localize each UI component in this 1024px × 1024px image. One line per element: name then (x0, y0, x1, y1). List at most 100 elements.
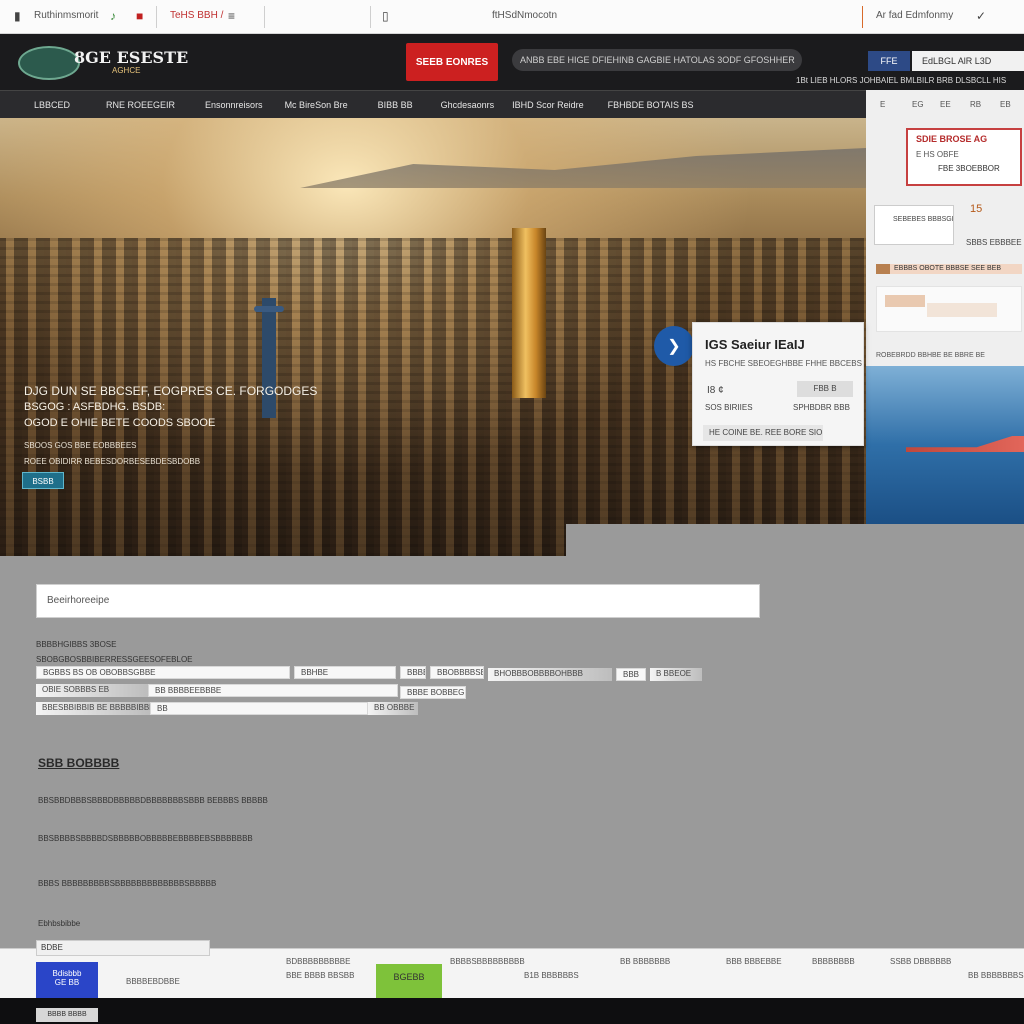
footer-item[interactable]: BBB BBBEBBE (726, 957, 782, 966)
filter-chip[interactable]: OBIE SOBBBS EB (36, 684, 148, 697)
shield-icon[interactable]: ■ (136, 9, 143, 23)
filter-chip[interactable]: BB BBBBEEBBBE (148, 684, 398, 697)
bottom-bar (0, 998, 1024, 1024)
sidebar-mini-chart (876, 286, 1022, 332)
content-line[interactable]: BBSBBDBBBSBBBDBBBBBDBBBBBBBSBBB BEBBBS B… (38, 796, 268, 805)
space-needle-tower (254, 298, 284, 418)
main-nav: LBBCED RNE ROEEGEIR Ensonnreisors Mc Bir… (0, 90, 866, 118)
nav-item[interactable]: RNE ROEEGEIR (70, 100, 175, 110)
sidebar-badge-card[interactable]: SEBEBES BBBSGE (874, 205, 954, 245)
sidebar-top-item[interactable]: EB (1000, 100, 1011, 109)
footer-item[interactable]: BBE BBBB BBSBB (286, 971, 354, 980)
popup-rating: I8 ¢ (707, 385, 724, 396)
filter-chip[interactable]: BBBE BOBBEGE (400, 686, 466, 699)
footer-item[interactable]: BB BBBBBBB (620, 957, 670, 966)
popup-detail-right: SPHBDBR BBB (793, 403, 850, 412)
filter-chip[interactable]: BBOBBBBSBHBE (430, 666, 484, 679)
language-button[interactable]: FFE (868, 51, 910, 71)
filter-subtitle: SBOBGBOSBBIBERRESSGEESOFEBLOE (36, 655, 193, 664)
sidebar-top-item[interactable]: EG (912, 100, 924, 109)
bookmark-icon[interactable]: ▮ (14, 9, 21, 23)
popup-footer-link[interactable]: HE COINE BE. REE BORE SIORE (703, 425, 823, 441)
header-links[interactable]: 1Bt LIEB HLORS JOHBAIEL BMLBILR BRB DLSB… (796, 76, 1024, 85)
browser-toolbar: ▮ Ruthinmsmorit ♪ ■ TeHS BBH / ≡ ▯ ftHSd… (0, 0, 1024, 34)
promo-subtitle: E HS OBFE (916, 150, 959, 159)
browser-tab-text[interactable]: TeHS BBH / (170, 10, 223, 21)
nav-item[interactable]: Ghcdesaonrs (413, 100, 495, 110)
footer-green-button[interactable]: BGEBB (376, 964, 442, 998)
extension-icon[interactable]: ♪ (110, 9, 116, 23)
login-field[interactable]: EdLBGL AlR L3D (912, 51, 1024, 71)
hero-caption: SBOOS GOS BBE EOBBBEES (24, 441, 137, 450)
profile-icon[interactable]: ✓ (976, 9, 986, 23)
footer-blue-button[interactable]: Bdisbbb GE BB (36, 962, 98, 998)
filter-chip[interactable]: BBB (616, 668, 646, 681)
sidebar-image-caption: ROBEBRDD BBHBE BE BBRE BE (876, 352, 985, 359)
filter-chip[interactable]: BBBE (400, 666, 426, 679)
sidebar-count-label: SBBS EBBBEE (966, 238, 1022, 247)
popup-detail-left: SOS BIRIIES (705, 403, 753, 412)
hero-caption-2: ROEE OBIDIRR BEBESDORBESEBDESBDOBB (24, 457, 201, 466)
hero-mountains (300, 148, 866, 188)
nav-item[interactable]: LBBCED (0, 100, 70, 110)
menu-icon[interactable]: ≡ (228, 9, 235, 23)
sidebar-top-item[interactable]: EE (940, 100, 951, 109)
hero-button[interactable]: BSBB (22, 472, 64, 489)
footer-item[interactable]: BDBBBBBBBBBE (286, 957, 350, 966)
sidebar-count: 15 (970, 203, 983, 215)
logo-subtext: AGHCE (112, 66, 141, 75)
golden-skyscraper (512, 228, 546, 398)
content-gap (566, 524, 1024, 556)
filter-chip[interactable]: BB (150, 702, 368, 715)
filter-chip[interactable]: BBHBE (294, 666, 396, 679)
hero-headline: DJG DUN SE BBCSEF, EOGPRES CE. FORGODGES (24, 384, 318, 398)
header-search-pill[interactable]: ANBB EBE HIGE DFIEHINB GAGBIE HATOLAS 3O… (512, 49, 802, 71)
filter-chip[interactable]: B BBEOE (650, 668, 702, 681)
footer-item[interactable]: SSBB DBBBBBB (890, 957, 951, 966)
popup-button[interactable]: FBB B (797, 381, 853, 397)
reader-icon[interactable]: ▯ (382, 9, 389, 23)
address-bar[interactable]: ftHSdNmocotn (492, 10, 557, 21)
content-line[interactable]: BBSBBBBSBBBBDSBBBBBOBBBBBEBBBBEBSBBBBBBB (38, 834, 253, 843)
content-line: Ebhbsbibbe (38, 919, 81, 928)
nav-item[interactable]: Mc BireSon Bre (263, 100, 348, 110)
content-line[interactable]: BBBS BBBBBBBBBSBBBBBBBBBBBBBSBBBBB (38, 879, 216, 888)
footer-item[interactable]: B1B BBBBBBS (524, 971, 579, 980)
sidebar-top-item[interactable]: E (880, 100, 885, 109)
filter-chip[interactable]: BB OBBBE (368, 702, 418, 715)
filter-chip[interactable]: BGBBS BS OB OBOBBSGBBE (36, 666, 290, 679)
primary-cta-button[interactable]: SEEB EONRES (406, 43, 498, 81)
filter-title: BBBBHGIBBS 3BOSE (36, 640, 117, 649)
nav-item[interactable]: Ensonnreisors (175, 100, 263, 110)
browser-left-text[interactable]: Ruthinmsmorit (34, 10, 98, 21)
footer-item[interactable]: BBBBSBBBBBBBBB (450, 957, 525, 966)
sidebar-promo-card[interactable]: SDIE BROSE AG E HS OBFE FBE 3BOEBBOR (906, 128, 1022, 186)
footer-item[interactable]: BB BBBBBBBS (968, 971, 1024, 980)
info-popup-card[interactable]: IGS Saeiur IEaIJ HS FBCHE SBEOEGHBBE FHH… (692, 322, 864, 446)
mini-chart-bar (885, 295, 925, 307)
section-heading[interactable]: SBB BOBBBB (38, 756, 119, 770)
nav-item[interactable]: FBHBDE BOTAIS BS (584, 100, 694, 110)
hero-tagline: OGOD E OHIE BETE COODS SBOOE (24, 417, 216, 429)
hero-subline: BSGOG : ASFBDHG. BSDB: (24, 401, 166, 413)
search-input[interactable]: Beeirhoreeipe (36, 584, 760, 618)
popup-title: IGS Saeiur IEaIJ (705, 337, 805, 352)
footer-item[interactable]: BBBBBBBB (812, 957, 855, 966)
promo-value: FBE 3BOEBBOR (938, 164, 1000, 173)
sidebar-progress-bar: EBBBS OBOTE BBBSE SEE BEB (876, 264, 1022, 274)
toolbar-divider (264, 6, 265, 28)
popup-subtitle: HS FBCHE SBEOEGHBBE FHHE BBCEBS (705, 359, 862, 368)
nav-item[interactable]: BIBB BB (348, 100, 413, 110)
sidebar-top-item[interactable]: RB (970, 100, 981, 109)
nav-item[interactable]: IBHD Scor Reidre (494, 100, 584, 110)
site-header: 8GE ESESTE AGHCE SEEB EONRES ANBB EBE HI… (0, 34, 1024, 90)
browser-right-text[interactable]: Ar fad Edmfonmy (876, 10, 953, 21)
footer-tab[interactable]: BDBE (36, 940, 210, 956)
site-logo[interactable]: 8GE ESESTE AGHCE (18, 44, 188, 82)
filter-chip[interactable]: BBESBBIBBIB BE BBBBBIBBE (36, 702, 150, 715)
filter-chip[interactable]: BHOBBBOBBBBOHBBB (488, 668, 612, 681)
logo-text: 8GE ESESTE (74, 48, 189, 67)
footer-blue-caption: BBBBEBDBBE (126, 977, 180, 986)
chat-icon[interactable]: ❯ (654, 326, 694, 366)
bottom-thumbnail[interactable]: BBBB BBBB (36, 1008, 98, 1022)
